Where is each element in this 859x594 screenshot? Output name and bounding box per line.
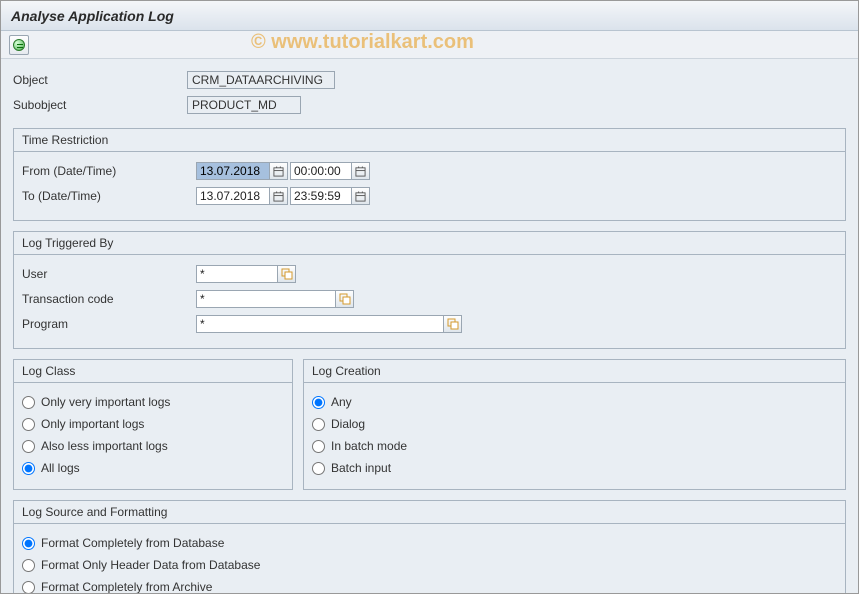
log-class-option-label: Only important logs	[41, 417, 144, 431]
log-source-option-radio[interactable]	[22, 559, 35, 572]
log-class-option-label: All logs	[41, 461, 80, 475]
log-class-option-radio[interactable]	[22, 396, 35, 409]
log-class-option-row: All logs	[22, 457, 284, 479]
log-class-option-row: Only important logs	[22, 413, 284, 435]
log-class-option-radio[interactable]	[22, 462, 35, 475]
log-source-option-label: Format Only Header Data from Database	[41, 558, 260, 572]
title-bar: Analyse Application Log	[1, 1, 858, 31]
log-source-title: Log Source and Formatting	[14, 501, 845, 524]
log-creation-option-row: Dialog	[312, 413, 837, 435]
log-source-option-row: Format Completely from Archive	[22, 576, 837, 593]
selection-fields: Object Subobject	[13, 69, 846, 116]
multi-select-icon	[281, 268, 293, 280]
log-creation-option-radio[interactable]	[312, 440, 325, 453]
program-input[interactable]	[196, 315, 444, 333]
object-field[interactable]	[187, 71, 335, 89]
to-date-picker-button[interactable]	[270, 187, 288, 205]
tcode-multi-button[interactable]	[336, 290, 354, 308]
user-label: User	[22, 267, 196, 281]
from-label: From (Date/Time)	[22, 164, 196, 178]
from-time-input[interactable]	[290, 162, 352, 180]
log-source-option-radio[interactable]	[22, 537, 35, 550]
log-creation-option-row: In batch mode	[312, 435, 837, 457]
log-source-option-label: Format Completely from Archive	[41, 580, 212, 593]
tcode-input[interactable]	[196, 290, 336, 308]
log-creation-option-label: Batch input	[331, 461, 391, 475]
calendar-icon	[355, 191, 366, 202]
page-title: Analyse Application Log	[11, 8, 174, 24]
log-creation-option-radio[interactable]	[312, 418, 325, 431]
log-class-group: Log Class Only very important logs Only i…	[13, 359, 293, 490]
log-creation-option-label: Dialog	[331, 417, 365, 431]
log-creation-group: Log Creation Any Dialog In batch mode Batch…	[303, 359, 846, 490]
from-date-picker-button[interactable]	[270, 162, 288, 180]
log-source-group: Log Source and Formatting Format Complet…	[13, 500, 846, 593]
program-label: Program	[22, 317, 196, 331]
toolbar	[1, 31, 858, 59]
content-area: Object Subobject Time Restriction From (…	[1, 59, 858, 593]
log-source-option-row: Format Only Header Data from Database	[22, 554, 837, 576]
calendar-icon	[273, 166, 284, 177]
to-label: To (Date/Time)	[22, 189, 196, 203]
log-creation-option-label: Any	[331, 395, 352, 409]
program-multi-button[interactable]	[444, 315, 462, 333]
log-source-option-radio[interactable]	[22, 581, 35, 594]
multi-select-icon	[339, 293, 351, 305]
to-date-input[interactable]	[196, 187, 270, 205]
tcode-label: Transaction code	[22, 292, 196, 306]
log-triggered-title: Log Triggered By	[14, 232, 845, 255]
log-class-option-label: Also less important logs	[41, 439, 168, 453]
from-date-input[interactable]	[196, 162, 270, 180]
log-creation-option-row: Any	[312, 391, 837, 413]
log-class-option-label: Only very important logs	[41, 395, 170, 409]
log-class-option-radio[interactable]	[22, 418, 35, 431]
log-creation-option-radio[interactable]	[312, 396, 325, 409]
user-input[interactable]	[196, 265, 278, 283]
calendar-icon	[355, 166, 366, 177]
multi-select-icon	[447, 318, 459, 330]
log-triggered-group: Log Triggered By User Transaction code P…	[13, 231, 846, 349]
log-creation-option-row: Batch input	[312, 457, 837, 479]
log-class-option-radio[interactable]	[22, 440, 35, 453]
log-class-option-row: Only very important logs	[22, 391, 284, 413]
log-class-title: Log Class	[14, 360, 292, 383]
log-source-option-label: Format Completely from Database	[41, 536, 224, 550]
log-creation-title: Log Creation	[304, 360, 845, 383]
user-multi-button[interactable]	[278, 265, 296, 283]
log-class-option-row: Also less important logs	[22, 435, 284, 457]
to-time-picker-button[interactable]	[352, 187, 370, 205]
time-restriction-group: Time Restriction From (Date/Time) To (Da…	[13, 128, 846, 221]
object-label: Object	[13, 73, 187, 87]
log-creation-option-label: In batch mode	[331, 439, 407, 453]
log-source-option-row: Format Completely from Database	[22, 532, 837, 554]
execute-icon	[13, 39, 25, 51]
subobject-field[interactable]	[187, 96, 301, 114]
subobject-label: Subobject	[13, 98, 187, 112]
log-creation-option-radio[interactable]	[312, 462, 325, 475]
time-restriction-title: Time Restriction	[14, 129, 845, 152]
execute-button[interactable]	[9, 35, 29, 55]
to-time-input[interactable]	[290, 187, 352, 205]
from-time-picker-button[interactable]	[352, 162, 370, 180]
calendar-icon	[273, 191, 284, 202]
